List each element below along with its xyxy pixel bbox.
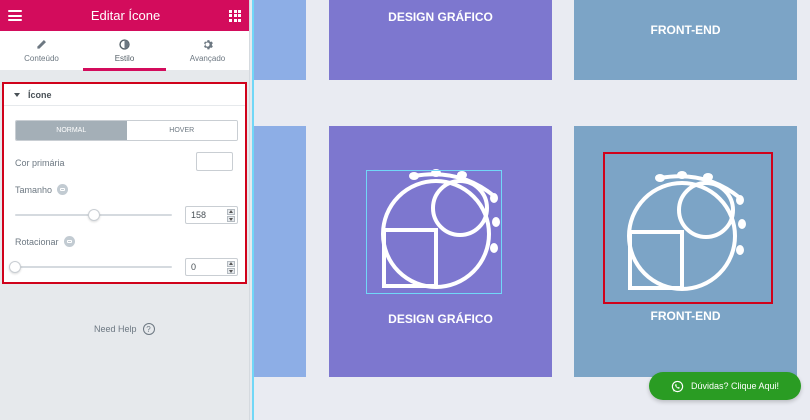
editor-panel: Editar Ícone Conteúdo Estilo Avançado Íc… <box>0 0 250 420</box>
tab-conteudo-label: Conteúdo <box>24 53 59 63</box>
section-title: Ícone <box>28 89 52 100</box>
whatsapp-icon <box>671 380 684 392</box>
responsive-desktop-icon[interactable] <box>63 236 75 247</box>
tab-avancado-label: Avançado <box>189 53 226 63</box>
size-slider[interactable] <box>15 208 172 222</box>
tab-estilo-label: Estilo <box>114 53 135 63</box>
panel-title: Editar Ícone <box>90 8 161 23</box>
size-stepper[interactable] <box>227 208 235 222</box>
menu-icon[interactable] <box>8 10 22 21</box>
rotate-input[interactable]: 0 <box>185 258 238 276</box>
panel-tabs: Conteúdo Estilo Avançado <box>0 31 249 71</box>
rotate-label-text: Rotacionar <box>15 236 59 247</box>
tab-estilo[interactable]: Estilo <box>83 31 166 71</box>
need-help-text: Need Help <box>94 324 137 334</box>
rotate-slider-handle[interactable] <box>9 261 21 273</box>
card-title: FRONT-END <box>650 23 721 37</box>
card-partial-bottom[interactable] <box>254 126 306 377</box>
contrast-icon <box>119 38 130 50</box>
card-title: DESIGN GRÁFICO <box>388 312 493 326</box>
state-normal-button[interactable]: NORMAL <box>16 121 127 140</box>
rotate-slider[interactable] <box>9 260 172 274</box>
panel-header: Editar Ícone <box>0 0 249 31</box>
responsive-desktop-icon[interactable] <box>57 184 69 195</box>
tab-conteudo[interactable]: Conteúdo <box>0 31 83 70</box>
card-title: FRONT-END <box>650 309 721 323</box>
pencil-icon <box>37 39 46 49</box>
primary-color-picker[interactable] <box>196 152 233 171</box>
size-label: Tamanho <box>15 184 69 195</box>
card-partial-top[interactable] <box>254 0 306 80</box>
rotate-label: Rotacionar <box>15 236 75 247</box>
rotate-slider-track <box>15 266 172 268</box>
card-front-end-top[interactable]: FRONT-END <box>574 0 797 80</box>
gear-icon <box>203 39 213 49</box>
icon-bounding-box <box>366 170 502 294</box>
whatsapp-help-button[interactable]: Dúvidas? Clique Aqui! <box>649 372 801 400</box>
state-hover-button[interactable]: HOVER <box>126 121 237 140</box>
card-title: DESIGN GRÁFICO <box>388 10 493 24</box>
primary-color-label: Cor primária <box>15 158 65 168</box>
size-input[interactable]: 158 <box>185 206 238 224</box>
primary-color-label-text: Cor primária <box>15 158 65 168</box>
caret-down-icon <box>14 92 20 97</box>
need-help-link[interactable]: Need Help ? <box>94 323 155 335</box>
section-toggle[interactable]: Ícone <box>4 84 245 106</box>
size-label-text: Tamanho <box>15 184 53 195</box>
icon-style-section: Ícone NORMAL HOVER Cor primária Tamanho … <box>2 82 247 284</box>
widgets-grid-icon[interactable] <box>229 9 241 22</box>
help-icon: ? <box>142 323 155 335</box>
selected-widget-outline <box>603 152 773 304</box>
rotate-input-value: 0 <box>191 262 197 272</box>
whatsapp-label: Dúvidas? Clique Aqui! <box>690 381 780 391</box>
state-switch: NORMAL HOVER <box>15 120 238 141</box>
rotate-stepper[interactable] <box>227 260 235 274</box>
card-design-grafico-top[interactable]: DESIGN GRÁFICO <box>329 0 552 80</box>
size-input-value: 158 <box>191 210 207 220</box>
size-slider-handle[interactable] <box>87 209 100 221</box>
tab-avancado[interactable]: Avançado <box>166 31 249 70</box>
